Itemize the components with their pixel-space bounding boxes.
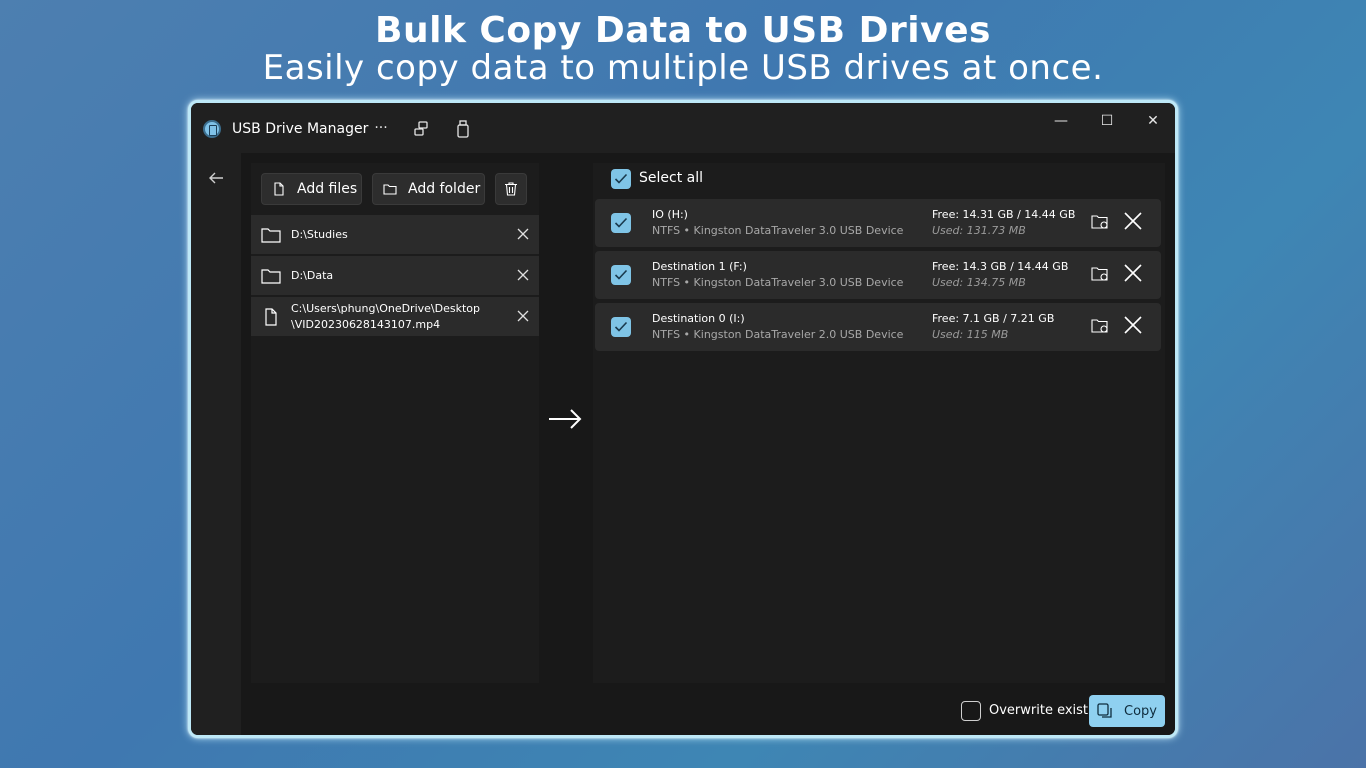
check-icon	[614, 173, 628, 184]
drive-name: IO (H:)	[652, 208, 688, 221]
file-icon	[274, 182, 284, 196]
drive-details: NTFS • Kingston DataTraveler 3.0 USB Dev…	[652, 224, 904, 237]
open-folder-icon[interactable]	[1091, 214, 1109, 230]
drive-name: Destination 0 (I:)	[652, 312, 745, 325]
select-all-label: Select all	[639, 170, 703, 186]
more-icon: ···	[374, 120, 388, 136]
trash-icon	[505, 182, 517, 196]
drive-used-space: Used: 134.75 MB	[932, 276, 1026, 289]
select-all-checkbox[interactable]	[611, 169, 631, 189]
drives-view-button[interactable]	[409, 117, 433, 141]
copy-icon	[1097, 703, 1112, 718]
remove-source-button[interactable]	[515, 227, 531, 243]
close-icon	[517, 269, 529, 281]
source-item[interactable]: D:\Data	[251, 256, 539, 296]
minimize-icon: —	[1054, 113, 1068, 129]
open-folder-icon[interactable]	[1091, 318, 1109, 334]
remove-source-button[interactable]	[515, 268, 531, 284]
file-icon	[265, 308, 277, 326]
folder-icon	[261, 269, 281, 284]
copy-button[interactable]: Copy	[1089, 695, 1165, 727]
source-panel: Add files Add folder D:\Studies D:\Data …	[251, 163, 539, 683]
source-item-path: C:\Users\phung\OneDrive\Desktop \VID2023…	[291, 301, 480, 333]
title-bar[interactable]: USB Drive Manager ··· — ☐ ✕	[191, 103, 1175, 153]
clear-all-button[interactable]	[495, 173, 527, 205]
app-window: USB Drive Manager ··· — ☐ ✕ Add files Ad…	[188, 100, 1178, 738]
drive-used-space: Used: 131.73 MB	[932, 224, 1026, 237]
destination-panel: Select all IO (H:) NTFS • Kingston DataT…	[593, 163, 1165, 683]
maximize-button[interactable]: ☐	[1084, 111, 1130, 131]
main-content: Add files Add folder D:\Studies D:\Data …	[241, 153, 1175, 735]
back-arrow-icon	[209, 172, 223, 184]
maximize-icon: ☐	[1100, 113, 1114, 129]
drive-checkbox[interactable]	[611, 265, 631, 285]
add-folder-label: Add folder	[408, 181, 481, 197]
source-path-line2: \VID20230628143107.mp4	[291, 318, 441, 331]
source-item[interactable]: D:\Studies	[251, 215, 539, 255]
close-button[interactable]: ✕	[1130, 111, 1175, 131]
drive-details: NTFS • Kingston DataTraveler 2.0 USB Dev…	[652, 328, 904, 341]
usb-connect-icon	[414, 121, 428, 136]
close-icon	[517, 228, 529, 240]
usb-app-icon	[203, 120, 221, 138]
drive-row[interactable]: IO (H:) NTFS • Kingston DataTraveler 3.0…	[595, 199, 1161, 247]
source-item-path: D:\Data	[291, 269, 334, 282]
drive-row[interactable]: Destination 1 (F:) NTFS • Kingston DataT…	[595, 251, 1161, 299]
arrow-right-icon	[549, 409, 582, 429]
minimize-button[interactable]: —	[1038, 111, 1084, 131]
drive-free-space: Free: 14.3 GB / 14.44 GB	[932, 260, 1069, 273]
drive-name: Destination 1 (F:)	[652, 260, 747, 273]
remove-drive-button[interactable]	[1123, 316, 1143, 336]
drive-checkbox[interactable]	[611, 317, 631, 337]
drive-free-space: Free: 7.1 GB / 7.21 GB	[932, 312, 1055, 325]
source-item[interactable]: C:\Users\phung\OneDrive\Desktop \VID2023…	[251, 297, 539, 337]
add-folder-button[interactable]: Add folder	[372, 173, 485, 205]
add-files-label: Add files	[297, 181, 358, 197]
folder-icon	[383, 184, 397, 195]
more-options-button[interactable]: ···	[369, 117, 393, 141]
source-item-path: D:\Studies	[291, 228, 348, 241]
hero-title: Bulk Copy Data to USB Drives	[375, 10, 991, 51]
copy-label: Copy	[1124, 704, 1157, 719]
nav-column	[191, 153, 241, 735]
drive-checkbox[interactable]	[611, 213, 631, 233]
hero-subtitle: Easily copy data to multiple USB drives …	[262, 48, 1104, 88]
check-icon	[614, 217, 628, 228]
check-icon	[614, 269, 628, 280]
close-icon	[517, 310, 529, 322]
back-button[interactable]	[205, 167, 227, 189]
close-icon	[1124, 264, 1142, 282]
select-all-row[interactable]: Select all	[593, 163, 893, 193]
usb-drive-button[interactable]	[451, 117, 475, 141]
source-path-line1: C:\Users\phung\OneDrive\Desktop	[291, 302, 480, 315]
add-files-button[interactable]: Add files	[261, 173, 362, 205]
remove-drive-button[interactable]	[1123, 212, 1143, 232]
remove-source-button[interactable]	[515, 309, 531, 325]
app-title: USB Drive Manager	[232, 121, 369, 137]
remove-drive-button[interactable]	[1123, 264, 1143, 284]
usb-drive-icon	[457, 120, 469, 138]
folder-icon	[261, 228, 281, 243]
close-icon	[1124, 316, 1142, 334]
drive-free-space: Free: 14.31 GB / 14.44 GB	[932, 208, 1076, 221]
overwrite-checkbox[interactable]	[961, 701, 981, 721]
close-icon: ✕	[1147, 113, 1159, 129]
drive-used-space: Used: 115 MB	[932, 328, 1009, 341]
open-folder-icon[interactable]	[1091, 266, 1109, 282]
drive-row[interactable]: Destination 0 (I:) NTFS • Kingston DataT…	[595, 303, 1161, 351]
drive-details: NTFS • Kingston DataTraveler 3.0 USB Dev…	[652, 276, 904, 289]
check-icon	[614, 321, 628, 332]
close-icon	[1124, 212, 1142, 230]
